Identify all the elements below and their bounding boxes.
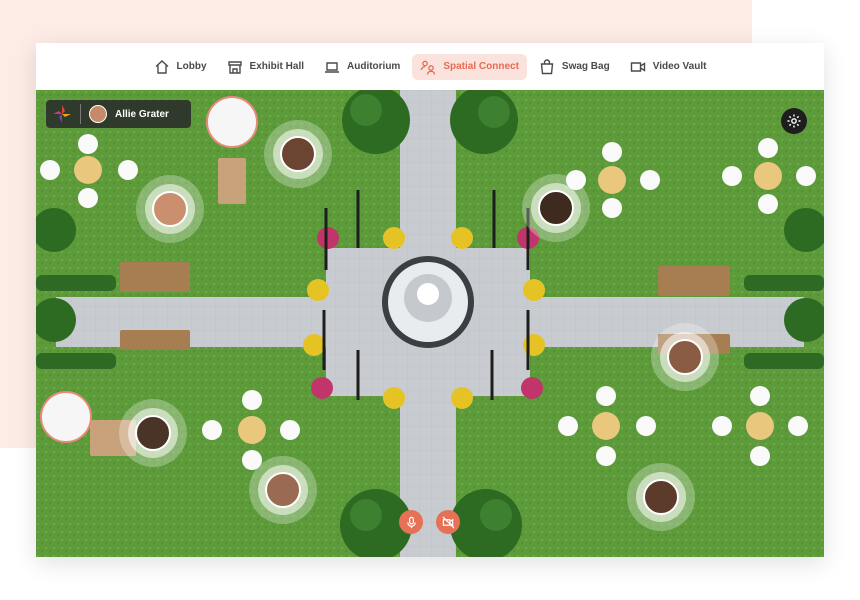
nav-label: Video Vault xyxy=(652,61,707,72)
spatial-map[interactable]: Allie Grater xyxy=(36,90,824,557)
attendee-avatar[interactable] xyxy=(119,399,187,467)
booth-icon xyxy=(227,60,242,74)
park-scene xyxy=(36,90,824,557)
nav-auditorium[interactable]: Auditorium xyxy=(316,54,408,80)
event-logo-icon xyxy=(53,105,71,123)
attendee-avatar[interactable] xyxy=(651,323,719,391)
nav-lobby[interactable]: Lobby xyxy=(146,54,215,80)
nav-spatial-connect[interactable]: Spatial Connect xyxy=(412,53,527,80)
nav-label: Swag Bag xyxy=(561,61,610,72)
attendee-avatar[interactable] xyxy=(136,175,204,243)
video-icon xyxy=(630,61,645,72)
home-icon xyxy=(155,59,169,74)
gear-icon xyxy=(787,114,801,128)
avatar xyxy=(667,339,703,375)
divider xyxy=(80,104,81,124)
mic-button[interactable] xyxy=(399,510,423,534)
avatar xyxy=(265,472,301,508)
attendee-avatar[interactable] xyxy=(627,463,695,531)
avatar-ring xyxy=(273,129,323,179)
people-icon xyxy=(421,60,436,75)
avatar-ring xyxy=(145,184,195,234)
avatar-ring xyxy=(258,465,308,515)
avatar xyxy=(89,105,107,123)
camera-button[interactable] xyxy=(436,510,460,534)
app-window: Lobby Exhibit Hall Auditorium Spatial Co… xyxy=(36,43,824,557)
nav-video-vault[interactable]: Video Vault xyxy=(622,54,715,80)
camera-off-icon xyxy=(442,516,454,528)
settings-button[interactable] xyxy=(781,108,807,134)
nav-label: Auditorium xyxy=(347,61,401,72)
current-user-chip[interactable]: Allie Grater xyxy=(46,100,191,128)
nav-exhibit-hall[interactable]: Exhibit Hall xyxy=(219,54,312,80)
top-nav: Lobby Exhibit Hall Auditorium Spatial Co… xyxy=(36,43,824,90)
microphone-icon xyxy=(406,516,416,528)
nav-label: Spatial Connect xyxy=(443,61,519,72)
avatar xyxy=(538,190,574,226)
laptop-icon xyxy=(325,61,339,73)
avatar xyxy=(643,479,679,515)
attendee-avatar[interactable] xyxy=(522,174,590,242)
attendee-avatar[interactable] xyxy=(264,120,332,188)
avatar-ring xyxy=(531,183,581,233)
avatar xyxy=(280,136,316,172)
avatar-ring xyxy=(636,472,686,522)
avatar xyxy=(135,415,171,451)
nav-label: Lobby xyxy=(176,61,207,72)
nav-label: Exhibit Hall xyxy=(249,61,304,72)
attendee-avatar[interactable] xyxy=(249,456,317,524)
avatar xyxy=(152,191,188,227)
user-name: Allie Grater xyxy=(115,108,169,120)
avatar-ring xyxy=(660,332,710,382)
avatar-ring xyxy=(128,408,178,458)
nav-swag-bag[interactable]: Swag Bag xyxy=(531,54,618,80)
bag-icon xyxy=(540,58,554,74)
